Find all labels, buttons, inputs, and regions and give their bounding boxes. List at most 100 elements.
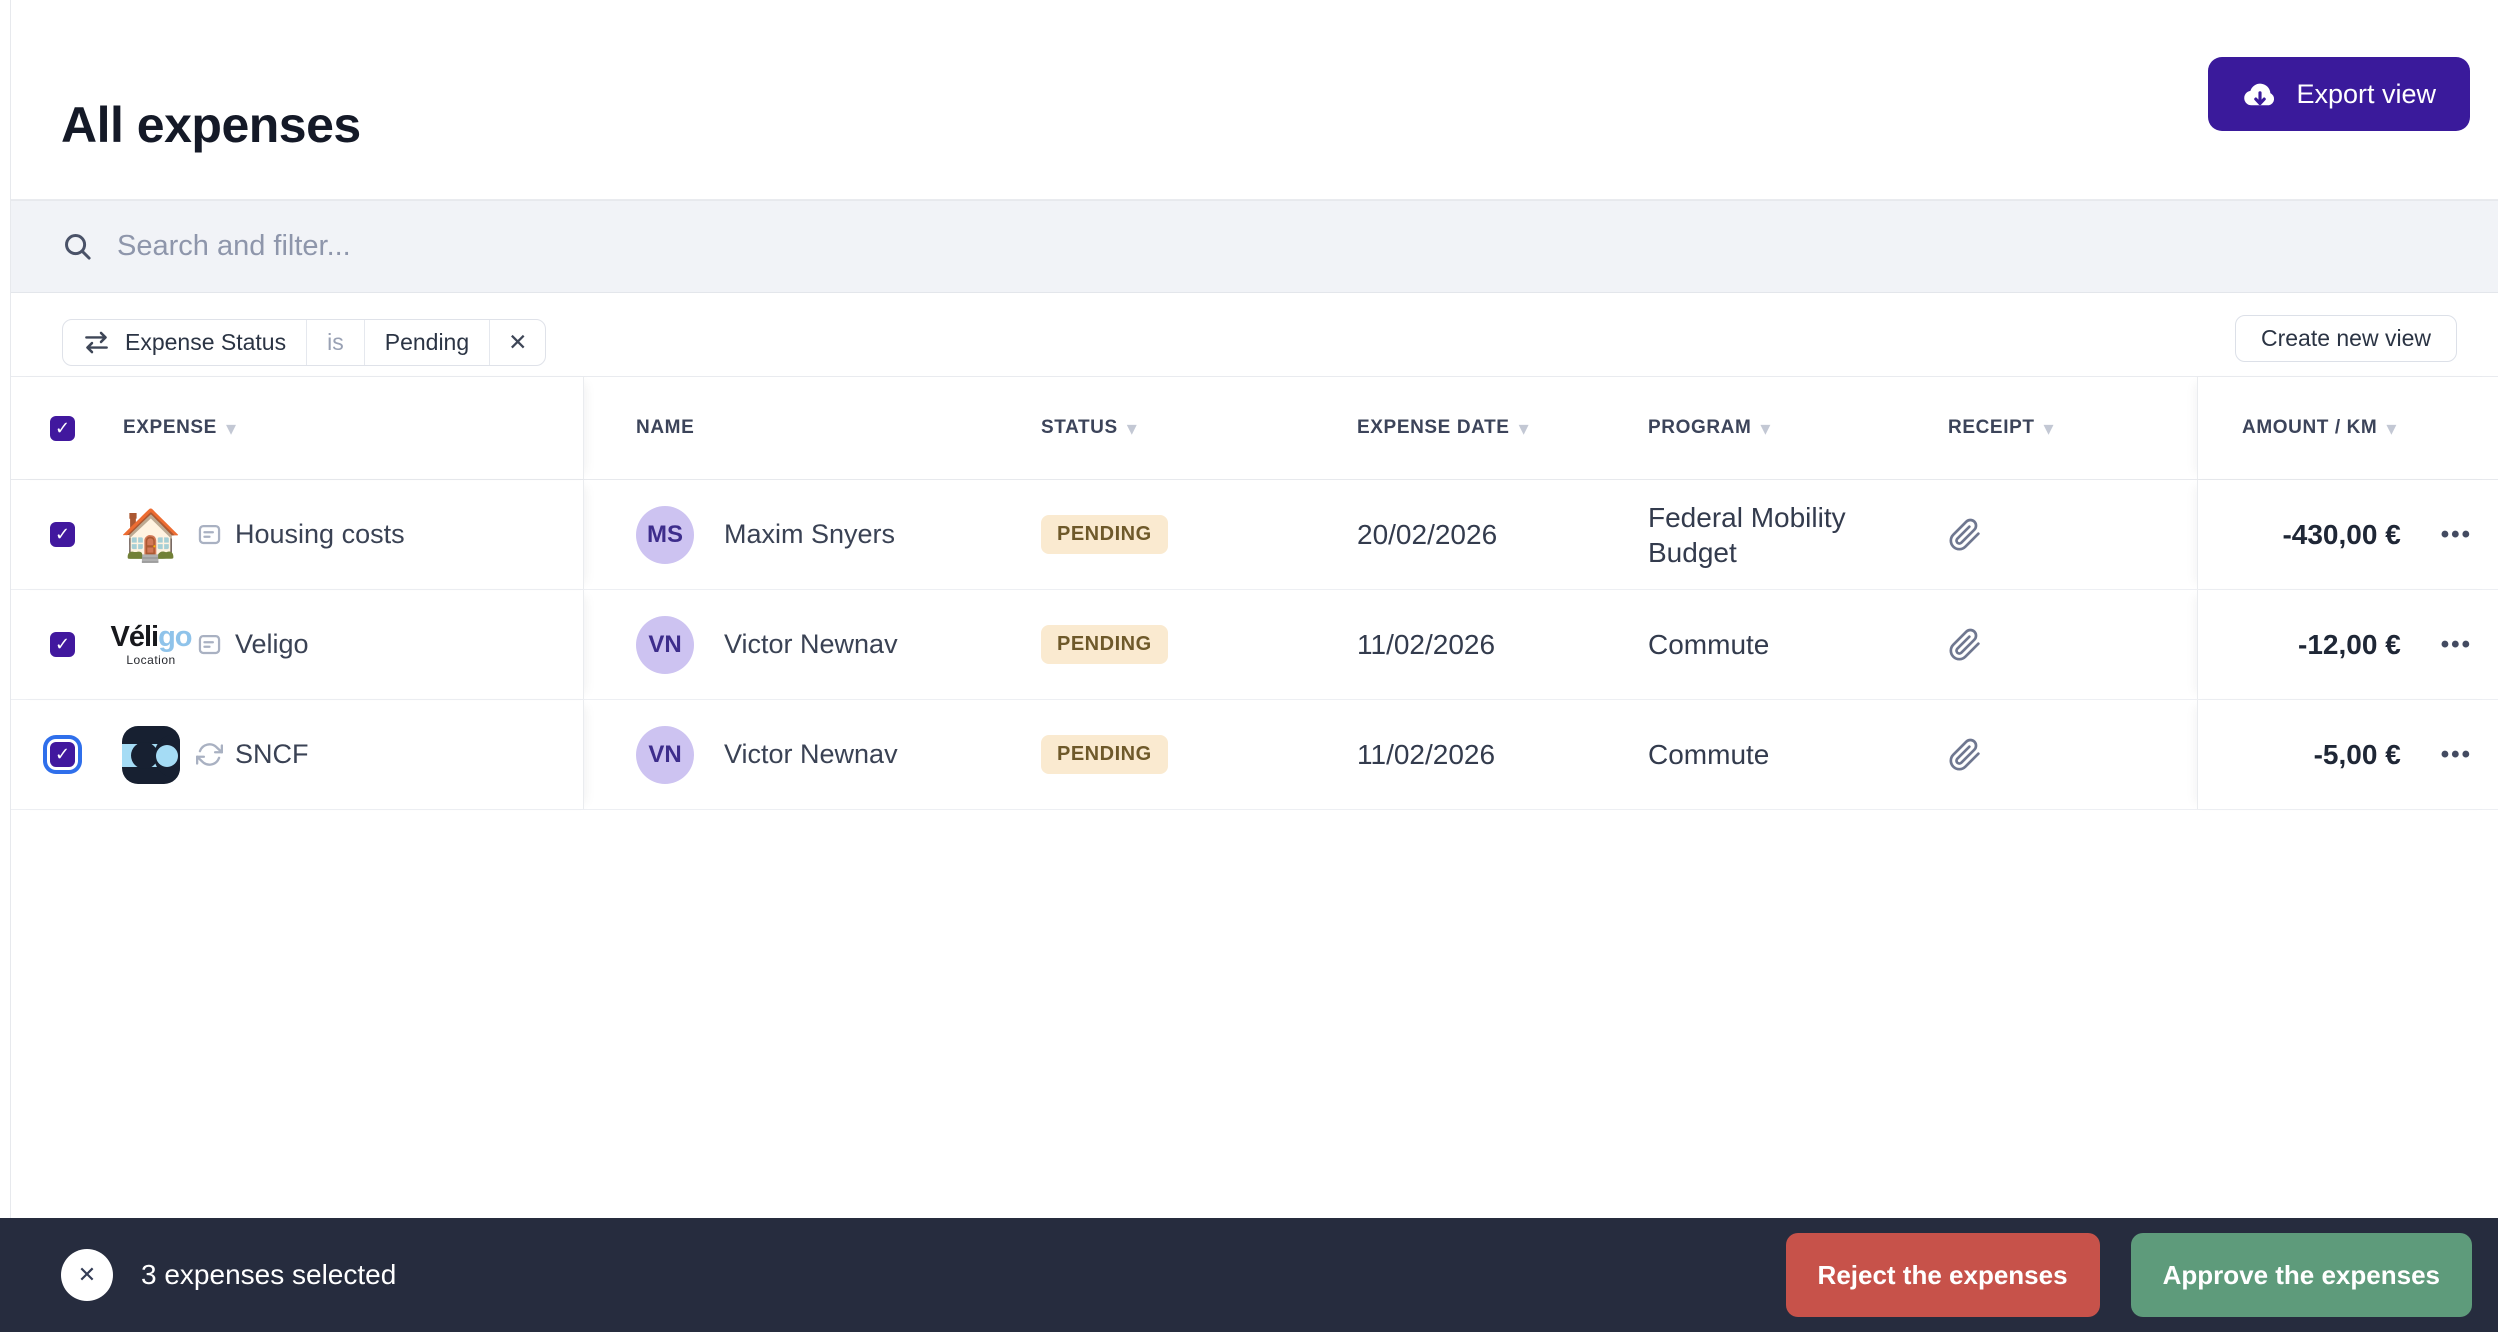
export-view-button[interactable]: Export view: [2208, 57, 2470, 131]
filter-field-label: Expense Status: [125, 329, 286, 356]
receipt-attachment-button[interactable]: [1948, 738, 1982, 772]
export-view-label: Export view: [2296, 79, 2436, 110]
check-icon: ✓: [55, 634, 70, 655]
swap-arrows-icon: [83, 329, 110, 356]
reject-expenses-button[interactable]: Reject the expenses: [1786, 1233, 2100, 1317]
cell-amount: -12,00 € •••: [2197, 590, 2498, 699]
filter-remove-button[interactable]: ✕: [489, 320, 545, 365]
status-badge: PENDING: [1041, 625, 1168, 664]
sort-triangle-icon: ▾: [2044, 416, 2055, 441]
column-header-program[interactable]: PROGRAM ▾: [1648, 416, 1771, 441]
header-cell-program: PROGRAM ▾: [1648, 377, 1938, 479]
column-header-amount[interactable]: AMOUNT / KM ▾: [2242, 416, 2397, 441]
sort-triangle-icon: ▾: [226, 416, 237, 441]
sort-triangle-icon: ▾: [1127, 416, 1138, 441]
filter-field-segment[interactable]: Expense Status: [63, 320, 306, 365]
cell-expense-date: 20/02/2026: [1357, 480, 1648, 589]
cell-expense: ✓ SNCF: [11, 700, 584, 809]
receipt-attachment-button[interactable]: [1948, 518, 1982, 552]
column-header-expense[interactable]: EXPENSE ▾: [123, 416, 237, 441]
clear-selection-button[interactable]: ✕: [61, 1249, 113, 1301]
table-row[interactable]: ✓ SNCF VN Victor Newnav PENDING 11/02/20…: [11, 700, 2498, 810]
cell-expense: ✓ Véligo Location Veligo: [11, 590, 584, 699]
header-cell-amount: AMOUNT / KM ▾: [2197, 377, 2498, 479]
merchant-logo-sncf: [119, 723, 183, 787]
house-icon: 🏠: [120, 510, 182, 560]
person-name: Victor Newnav: [724, 629, 898, 660]
more-icon: •••: [2441, 631, 2472, 658]
expense-label: Housing costs: [235, 519, 405, 550]
amount-value: -430,00 €: [2282, 519, 2400, 551]
header-cell-receipt: RECEIPT ▾: [1938, 377, 2197, 479]
filter-operator[interactable]: is: [306, 320, 364, 365]
cell-name: MS Maxim Snyers: [584, 480, 1041, 589]
sort-triangle-icon: ▾: [1519, 416, 1530, 441]
paperclip-icon: [1948, 518, 1982, 552]
cell-status: PENDING: [1041, 590, 1357, 699]
page-title: All expenses: [61, 96, 361, 154]
column-header-receipt[interactable]: RECEIPT ▾: [1948, 416, 2054, 441]
sncf-logo: [122, 726, 180, 784]
merchant-logo-veligo: Véligo Location: [119, 613, 183, 677]
cell-expense: ✓ 🏠 Housing costs: [11, 480, 584, 589]
paperclip-icon: [1948, 738, 1982, 772]
search-input[interactable]: [117, 230, 2498, 263]
cell-amount: -5,00 € •••: [2197, 700, 2498, 809]
cell-receipt: [1938, 700, 2197, 809]
row-menu-button[interactable]: •••: [2441, 633, 2472, 657]
avatar: MS: [636, 506, 694, 564]
create-new-view-button[interactable]: Create new view: [2235, 315, 2457, 362]
table-row[interactable]: ✓ Véligo Location Veligo VN Victor Newna…: [11, 590, 2498, 700]
avatar: VN: [636, 616, 694, 674]
column-header-name[interactable]: NAME: [636, 417, 694, 439]
expense-label: SNCF: [235, 739, 309, 770]
row-checkbox[interactable]: ✓: [50, 742, 75, 767]
expense-label: Veligo: [235, 629, 309, 660]
recurring-icon: [196, 741, 223, 768]
row-checkbox[interactable]: ✓: [50, 522, 75, 547]
row-menu-button[interactable]: •••: [2441, 523, 2472, 547]
header-cell-expense: ✓ EXPENSE ▾: [11, 377, 584, 479]
title-band: All expenses Export view: [11, 0, 2498, 200]
document-icon: [196, 631, 223, 658]
row-checkbox[interactable]: ✓: [50, 632, 75, 657]
table-row[interactable]: ✓ 🏠 Housing costs MS Maxim Snyers PENDIN…: [11, 480, 2498, 590]
column-header-status[interactable]: STATUS ▾: [1041, 416, 1137, 441]
cell-program: Federal Mobility Budget: [1648, 480, 1938, 589]
close-icon: ✕: [78, 1262, 96, 1288]
panel-left-border: [10, 0, 11, 1218]
cell-expense-date: 11/02/2026: [1357, 590, 1648, 699]
row-menu-button[interactable]: •••: [2441, 743, 2472, 767]
avatar: VN: [636, 726, 694, 784]
close-icon: ✕: [508, 329, 527, 356]
cell-name: VN Victor Newnav: [584, 700, 1041, 809]
select-all-checkbox[interactable]: ✓: [50, 416, 75, 441]
more-icon: •••: [2441, 741, 2472, 768]
filter-value[interactable]: Pending: [364, 320, 489, 365]
check-icon: ✓: [55, 524, 70, 545]
search-bar: [11, 200, 2498, 293]
header-cell-expense-date: EXPENSE DATE ▾: [1357, 377, 1648, 479]
sort-triangle-icon: ▾: [1760, 416, 1771, 441]
sort-triangle-icon: ▾: [2386, 416, 2397, 441]
selection-actions: Reject the expenses Approve the expenses: [1786, 1233, 2472, 1317]
cell-amount: -430,00 € •••: [2197, 480, 2498, 589]
amount-value: -12,00 €: [2298, 629, 2401, 661]
status-badge: PENDING: [1041, 515, 1168, 554]
cell-program: Commute: [1648, 590, 1938, 699]
document-icon: [196, 521, 223, 548]
header-cell-status: STATUS ▾: [1041, 377, 1357, 479]
approve-expenses-button[interactable]: Approve the expenses: [2131, 1233, 2472, 1317]
person-name: Maxim Snyers: [724, 519, 895, 550]
cell-status: PENDING: [1041, 480, 1357, 589]
check-icon: ✓: [55, 744, 70, 765]
cell-expense-date: 11/02/2026: [1357, 700, 1648, 809]
column-header-expense-date[interactable]: EXPENSE DATE ▾: [1357, 416, 1529, 441]
selection-action-bar: ✕ 3 expenses selected Reject the expense…: [0, 1218, 2498, 1332]
status-badge: PENDING: [1041, 735, 1168, 774]
amount-value: -5,00 €: [2314, 739, 2401, 771]
more-icon: •••: [2441, 521, 2472, 548]
filter-chip-expense-status[interactable]: Expense Status is Pending ✕: [62, 319, 546, 366]
receipt-attachment-button[interactable]: [1948, 628, 1982, 662]
check-icon: ✓: [55, 418, 70, 439]
